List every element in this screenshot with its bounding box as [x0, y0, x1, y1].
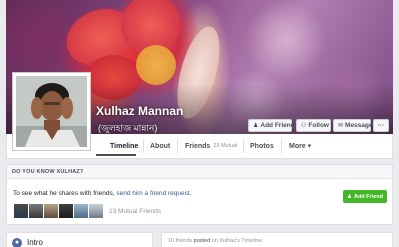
tab-about[interactable]: About — [150, 134, 170, 158]
do-you-know-card: DO YOU KNOW XULHAZ? To see what he share… — [6, 164, 393, 225]
portrait-illustration — [16, 76, 87, 147]
mutual-friends-count[interactable]: 23 Mutual Friends — [109, 208, 161, 215]
intro-card: ● Intro — [6, 232, 153, 247]
add-friend-icon: ♟ — [253, 123, 259, 129]
intro-label: Intro — [27, 238, 44, 247]
tab-more[interactable]: More ▾ — [289, 134, 311, 158]
add-friend-green-button[interactable]: ♟ Add Friend — [343, 190, 387, 203]
friend-thumb[interactable] — [14, 204, 28, 218]
friend-thumb[interactable] — [29, 204, 43, 218]
friend-thumb[interactable] — [89, 204, 103, 218]
message-button[interactable]: ✉ Message — [333, 119, 373, 132]
active-tab-indicator — [96, 154, 136, 156]
add-friend-button[interactable]: ♟ Add Friend — [248, 119, 295, 132]
more-options-button[interactable]: ··· — [373, 119, 389, 132]
tab-friends[interactable]: Friends 23 Mutual — [185, 134, 237, 158]
avatar-photo — [16, 76, 87, 147]
friend-request-prompt: To see what he shares with friends, send… — [13, 190, 192, 197]
friend-thumb[interactable] — [74, 204, 88, 218]
mutual-friend-thumbnails — [14, 204, 103, 218]
friend-thumb[interactable] — [44, 204, 58, 218]
follow-button[interactable]: ⚇ Follow — [296, 119, 331, 132]
tab-photos[interactable]: Photos — [250, 134, 274, 158]
globe-icon: ● — [12, 238, 22, 247]
add-friend-icon: ♟ — [347, 193, 352, 200]
timeline-posts-card: 10 friends posted on Xulhaz's Timeline. — [161, 232, 393, 247]
profile-name[interactable]: Xulhaz Mannan — [96, 104, 183, 118]
friend-thumb[interactable] — [59, 204, 73, 218]
friends-posted-count[interactable]: 10 friends — [168, 238, 192, 244]
friends-count: 23 Mutual — [213, 143, 238, 149]
card-heading: DO YOU KNOW XULHAZ? — [7, 165, 392, 179]
follow-icon: ⚇ — [301, 123, 307, 129]
message-icon: ✉ — [338, 123, 344, 129]
profile-picture[interactable] — [12, 72, 91, 151]
send-friend-request-link[interactable]: send him a friend request. — [116, 190, 191, 197]
timeline-posts-text: on Xulhaz's Timeline. — [211, 238, 264, 244]
